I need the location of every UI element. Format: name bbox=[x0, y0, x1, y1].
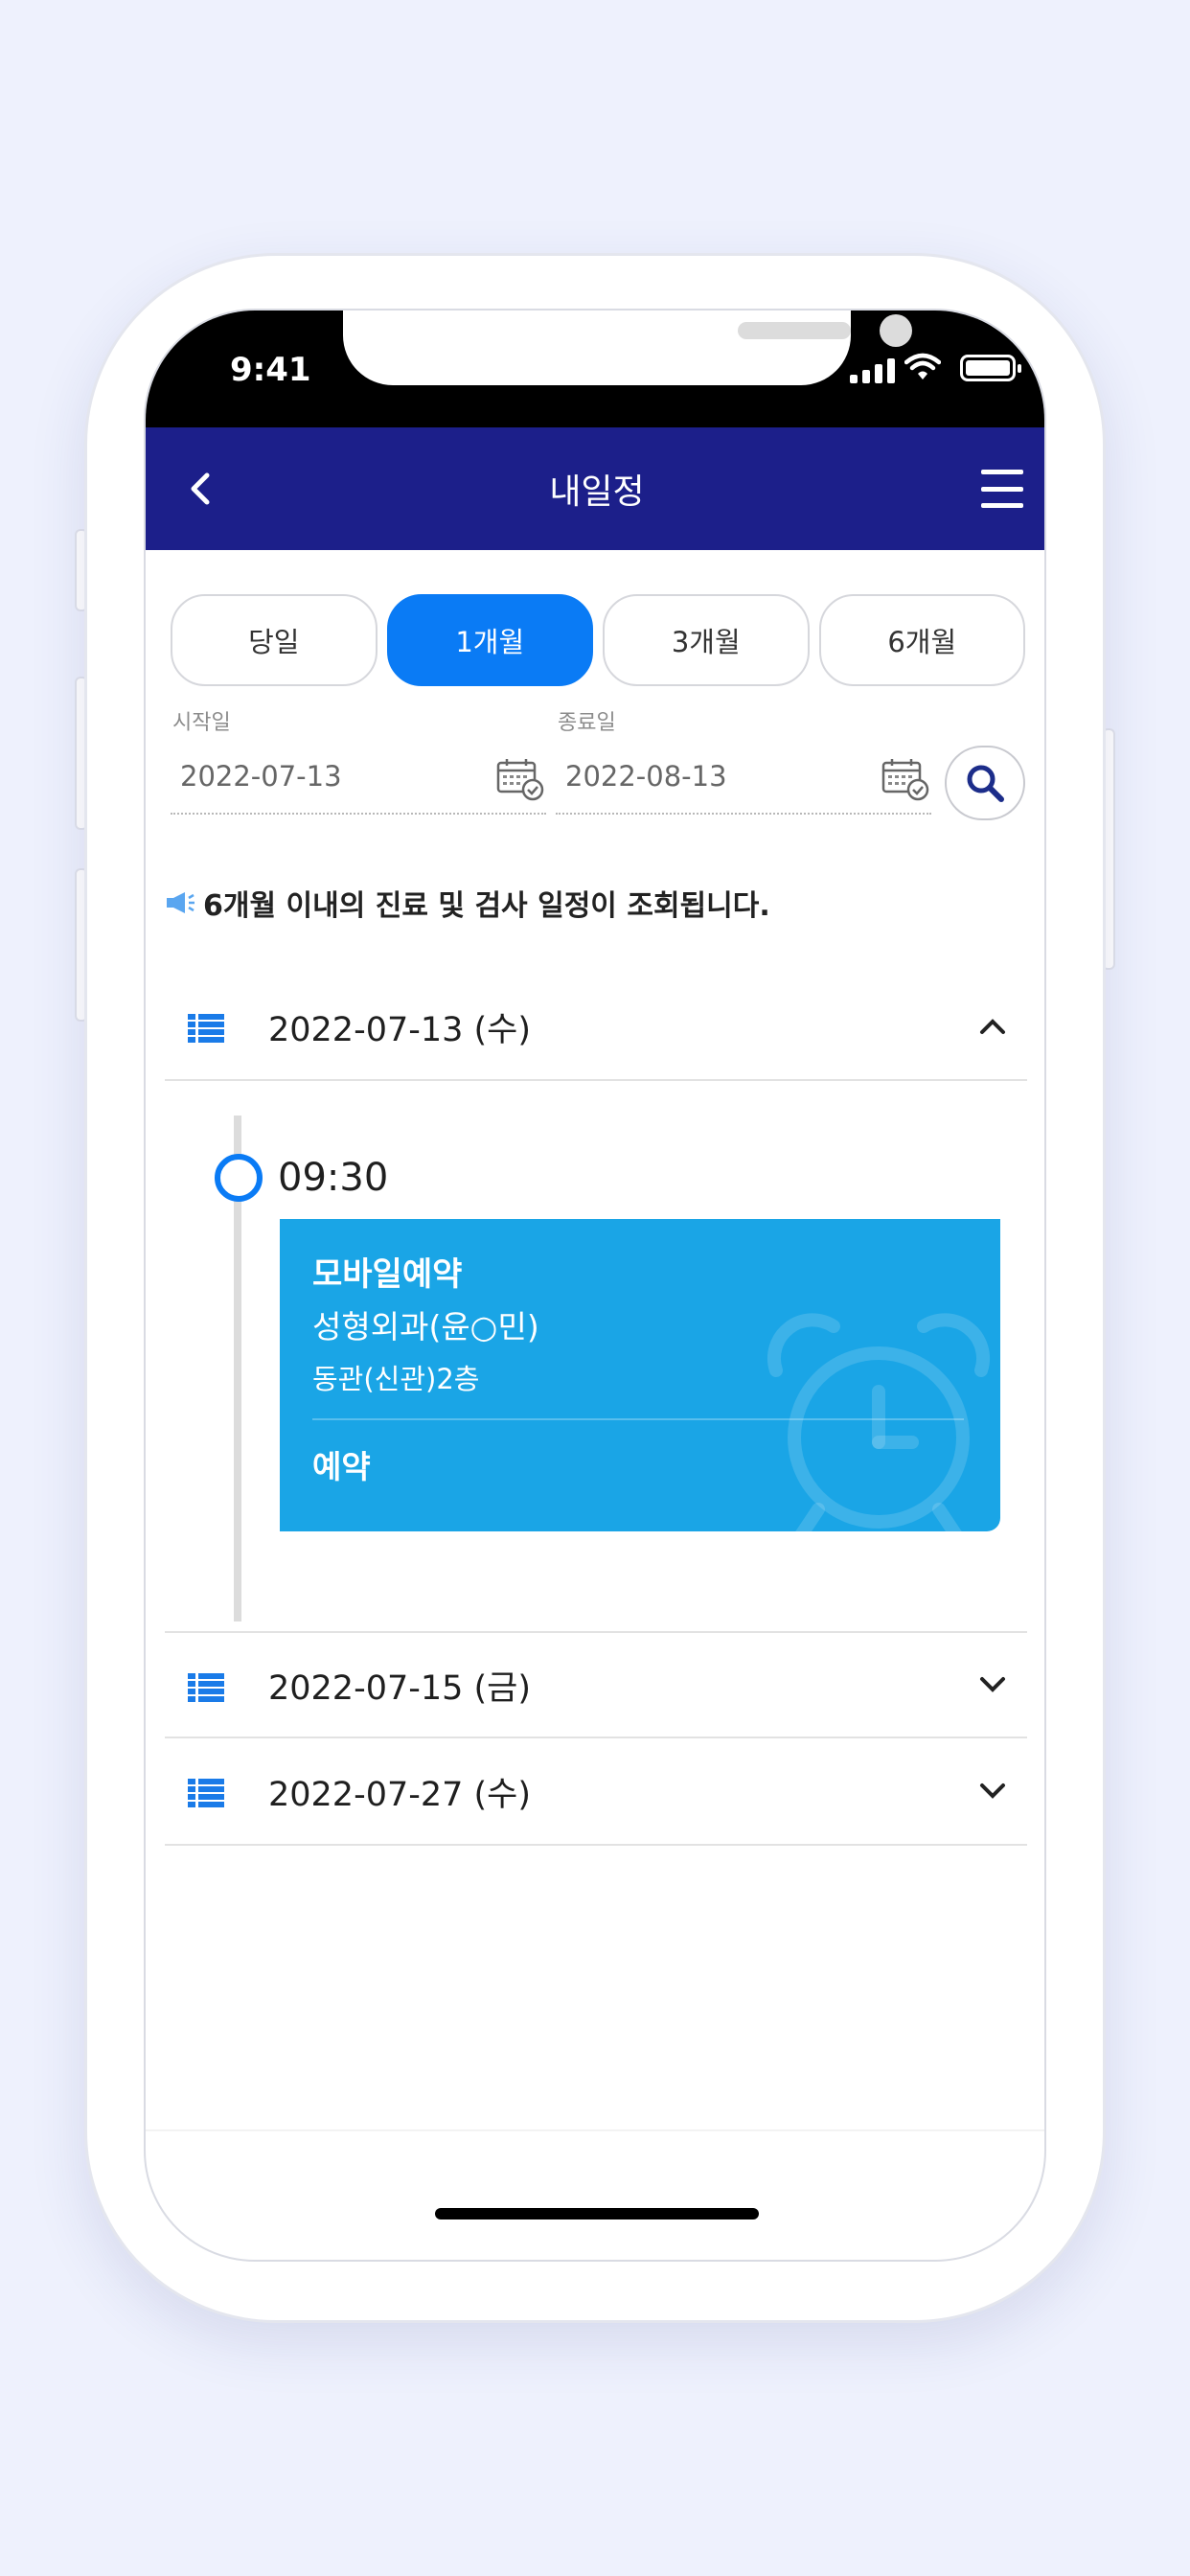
tab-6-months[interactable]: 6개월 bbox=[818, 594, 1025, 686]
phone-screen: 9:41 내일정 당일 1개월 3개월 6개월 시작일 2022-07-13 종… bbox=[144, 309, 1046, 2262]
back-arrow-icon[interactable] bbox=[180, 468, 222, 510]
period-tabs: 당일 1개월 3개월 6개월 bbox=[171, 594, 1025, 686]
end-date-field[interactable]: 2022-08-13 bbox=[556, 740, 931, 815]
appointment-status: 예약 bbox=[312, 1448, 371, 1485]
day-date: 2022-07-13 (수) bbox=[268, 1010, 532, 1049]
search-button[interactable] bbox=[945, 746, 1025, 820]
app-header: 내일정 bbox=[146, 427, 1044, 550]
appointment-time: 09:30 bbox=[278, 1156, 389, 1200]
card-divider bbox=[312, 1418, 964, 1420]
front-camera bbox=[880, 314, 912, 347]
notice-message: 6개월 이내의 진료 및 검사 일정이 조회됩니다. bbox=[165, 882, 770, 924]
calendar-icon[interactable] bbox=[881, 757, 929, 801]
chevron-down-icon[interactable] bbox=[979, 1676, 1006, 1693]
speaker bbox=[738, 322, 851, 339]
start-date-label: 시작일 bbox=[172, 711, 231, 735]
start-date-value: 2022-07-13 bbox=[180, 760, 342, 793]
status-time: 9:41 bbox=[230, 351, 311, 389]
day-row[interactable]: 2022-07-15 (금) bbox=[165, 1631, 1027, 1738]
appointment-location: 동관(신관)2층 bbox=[312, 1363, 480, 1395]
end-date-value: 2022-08-13 bbox=[565, 760, 727, 793]
day-date: 2022-07-27 (수) bbox=[268, 1775, 532, 1814]
status-bar: 9:41 bbox=[146, 310, 1044, 427]
alarm-clock-icon bbox=[767, 1313, 990, 1531]
appointment-department: 성형외과(윤○민) bbox=[312, 1308, 539, 1346]
cellular-signal-icon bbox=[850, 358, 895, 383]
hamburger-menu-icon[interactable] bbox=[981, 470, 1023, 508]
battery-icon bbox=[960, 355, 1021, 381]
appointment-card[interactable]: 모바일예약 성형외과(윤○민) 동관(신관)2층 예약 bbox=[280, 1219, 1000, 1531]
chevron-up-icon[interactable] bbox=[979, 1018, 1006, 1035]
end-date-label: 종료일 bbox=[558, 711, 616, 735]
notice-text: 6개월 이내의 진료 및 검사 일정이 조회됩니다. bbox=[203, 889, 770, 923]
list-icon bbox=[188, 1779, 224, 1807]
day-row-expanded[interactable]: 2022-07-13 (수) bbox=[165, 974, 1027, 1081]
megaphone-icon bbox=[167, 892, 195, 913]
search-icon bbox=[967, 765, 1004, 802]
timeline-dot bbox=[215, 1154, 263, 1202]
tab-1-month[interactable]: 1개월 bbox=[386, 594, 593, 686]
tab-today[interactable]: 당일 bbox=[171, 594, 378, 686]
wifi-icon bbox=[904, 353, 941, 380]
appointment-type: 모바일예약 bbox=[312, 1255, 463, 1294]
tab-3-months[interactable]: 3개월 bbox=[603, 594, 810, 686]
bottom-divider bbox=[146, 2129, 1044, 2131]
home-indicator[interactable] bbox=[435, 2208, 759, 2220]
calendar-icon[interactable] bbox=[496, 757, 544, 801]
notch bbox=[343, 310, 912, 385]
day-row[interactable]: 2022-07-27 (수) bbox=[165, 1738, 1027, 1846]
chevron-down-icon[interactable] bbox=[979, 1782, 1006, 1800]
page-title: 내일정 bbox=[549, 472, 645, 512]
day-date: 2022-07-15 (금) bbox=[268, 1668, 532, 1708]
start-date-field[interactable]: 2022-07-13 bbox=[171, 740, 546, 815]
list-icon bbox=[188, 1673, 224, 1702]
list-icon bbox=[188, 1014, 224, 1043]
